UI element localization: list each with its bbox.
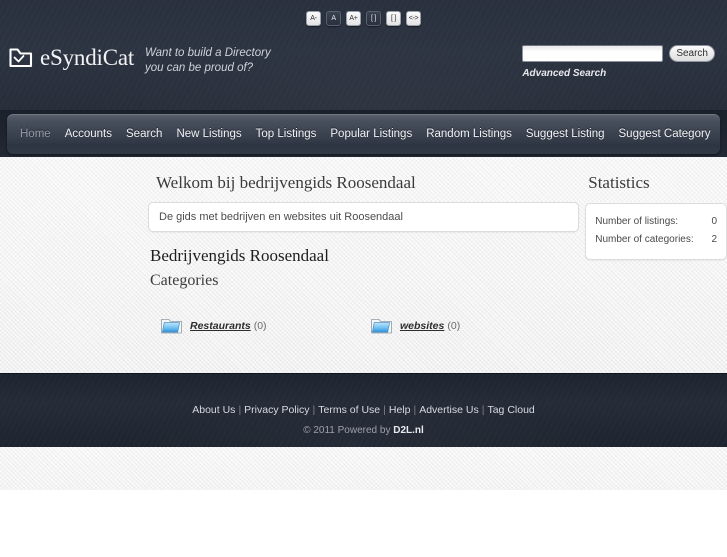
nav-item-new-listings[interactable]: New Listings: [169, 114, 248, 154]
main-navigation: Home Accounts Search New Listings Top Li…: [7, 114, 720, 154]
font-decrease-button[interactable]: A-: [306, 11, 321, 26]
layout-full-label: <->: [408, 15, 419, 22]
statistics-box: Number of listings: 0 Number of categori…: [585, 203, 727, 260]
footer-separator: |: [413, 404, 417, 416]
tagline-line-2: you can be proud of?: [145, 62, 254, 74]
footer-link-help[interactable]: Help: [389, 404, 411, 416]
layout-full-button[interactable]: <->: [406, 11, 421, 26]
nav-item-search[interactable]: Search: [119, 114, 169, 154]
stat-value-categories: 2: [711, 234, 717, 245]
category-item-websites[interactable]: websites (0): [358, 317, 568, 334]
footer-link-terms-of-use[interactable]: Terms of Use: [318, 404, 380, 416]
statistics-title: Statistics: [588, 173, 650, 192]
search-input[interactable]: [522, 45, 664, 62]
nav-item-popular-listings[interactable]: Popular Listings: [323, 114, 419, 154]
tagline-line-1: Want to build a Directory: [145, 47, 271, 59]
layout-narrow-button[interactable]: [ ]: [366, 11, 381, 26]
site-description-text: De gids met bedrijven en websites uit Ro…: [159, 211, 403, 223]
font-default-label: A: [331, 15, 336, 22]
page-root: A- A A+ [ ] [ ] <-> eSyndiCat Want to bu…: [0, 0, 727, 557]
category-count-restaurants: (0): [253, 319, 267, 332]
site-tagline: Want to build a Directory you can be pro…: [145, 46, 271, 76]
font-default-button[interactable]: A: [326, 11, 341, 26]
category-link-websites[interactable]: websites: [400, 320, 444, 332]
stat-row-categories: Number of categories: 2: [595, 231, 717, 249]
site-footer: About Us | Privacy Policy | Terms of Use | Hel…: [0, 373, 727, 447]
copyright: © 2011 Powered by D2L.nl: [0, 425, 727, 436]
footer-link-about-us[interactable]: About Us: [192, 404, 235, 416]
folder-icon: [371, 319, 392, 334]
header-search: Search Advanced Search: [522, 45, 715, 81]
nav-item-suggest-category[interactable]: Suggest Category: [612, 114, 718, 154]
sidebar: Statistics Number of listings: 0 Number …: [585, 173, 727, 334]
bottom-strip: [0, 447, 727, 490]
footer-link-advertise-us[interactable]: Advertise Us: [419, 404, 479, 416]
cat-logo-icon: [9, 48, 33, 68]
footer-links: About Us | Privacy Policy | Terms of Use | Hel…: [0, 374, 727, 416]
advanced-search-link[interactable]: Advanced Search: [522, 68, 606, 79]
nav-item-accounts[interactable]: Accounts: [58, 114, 119, 154]
font-increase-label: A+: [349, 15, 358, 22]
footer-separator: |: [383, 404, 386, 416]
stat-value-listings: 0: [711, 216, 717, 227]
nav-item-suggest-listing[interactable]: Suggest Listing: [519, 114, 612, 154]
stat-label-listings: Number of listings:: [595, 216, 679, 227]
font-increase-button[interactable]: A+: [346, 11, 361, 26]
footer-separator: |: [238, 404, 242, 416]
layout-wide-label: [ ]: [391, 15, 396, 22]
stat-row-listings: Number of listings: 0: [595, 213, 717, 231]
font-decrease-label: A-: [310, 15, 317, 22]
logo-text: eSyndiCat: [40, 45, 135, 70]
site-header: A- A A+ [ ] [ ] <-> eSyndiCat Want to bu…: [0, 0, 727, 110]
category-item-restaurants[interactable]: Restaurants (0): [148, 317, 358, 334]
footer-link-privacy-policy[interactable]: Privacy Policy: [244, 404, 309, 416]
search-button[interactable]: Search: [669, 45, 715, 62]
categories-heading: Categories: [150, 272, 219, 289]
page-bottom-blank: [0, 490, 727, 557]
category-count-websites: (0): [447, 319, 461, 332]
copyright-text: © 2011 Powered by: [303, 425, 391, 436]
search-row: Search: [522, 45, 715, 62]
site-logo[interactable]: eSyndiCat: [8, 46, 134, 69]
nav-bar-wrapper: Home Accounts Search New Listings Top Li…: [0, 110, 727, 157]
content-column: Welkom bij bedrijvengids Roosendaal De g…: [148, 173, 580, 334]
categories-grid: Restaurants (0) websites (0): [148, 317, 579, 334]
layout-wide-button[interactable]: [ ]: [386, 11, 401, 26]
page-title: Welkom bij bedrijvengids Roosendaal: [156, 173, 416, 192]
nav-item-home[interactable]: Home: [13, 114, 58, 154]
nav-item-top-listings[interactable]: Top Listings: [249, 114, 324, 154]
accessibility-toolbar: A- A A+ [ ] [ ] <->: [0, 11, 727, 26]
site-description-box: De gids met bedrijven en websites uit Ro…: [148, 202, 580, 232]
main-columns: Welkom bij bedrijvengids Roosendaal De g…: [0, 157, 727, 334]
footer-link-tag-cloud[interactable]: Tag Cloud: [487, 404, 534, 416]
powered-by-link[interactable]: D2L.nl: [393, 425, 424, 436]
site-name-heading: Bedrijvengids Roosendaal: [150, 246, 329, 265]
folder-icon: [161, 319, 182, 334]
nav-item-random-listings[interactable]: Random Listings: [419, 114, 519, 154]
stat-label-categories: Number of categories:: [595, 234, 694, 245]
category-link-restaurants[interactable]: Restaurants: [190, 320, 251, 332]
layout-narrow-label: [ ]: [371, 15, 376, 22]
main-content: Welkom bij bedrijvengids Roosendaal De g…: [0, 157, 727, 373]
footer-separator: |: [312, 404, 316, 416]
